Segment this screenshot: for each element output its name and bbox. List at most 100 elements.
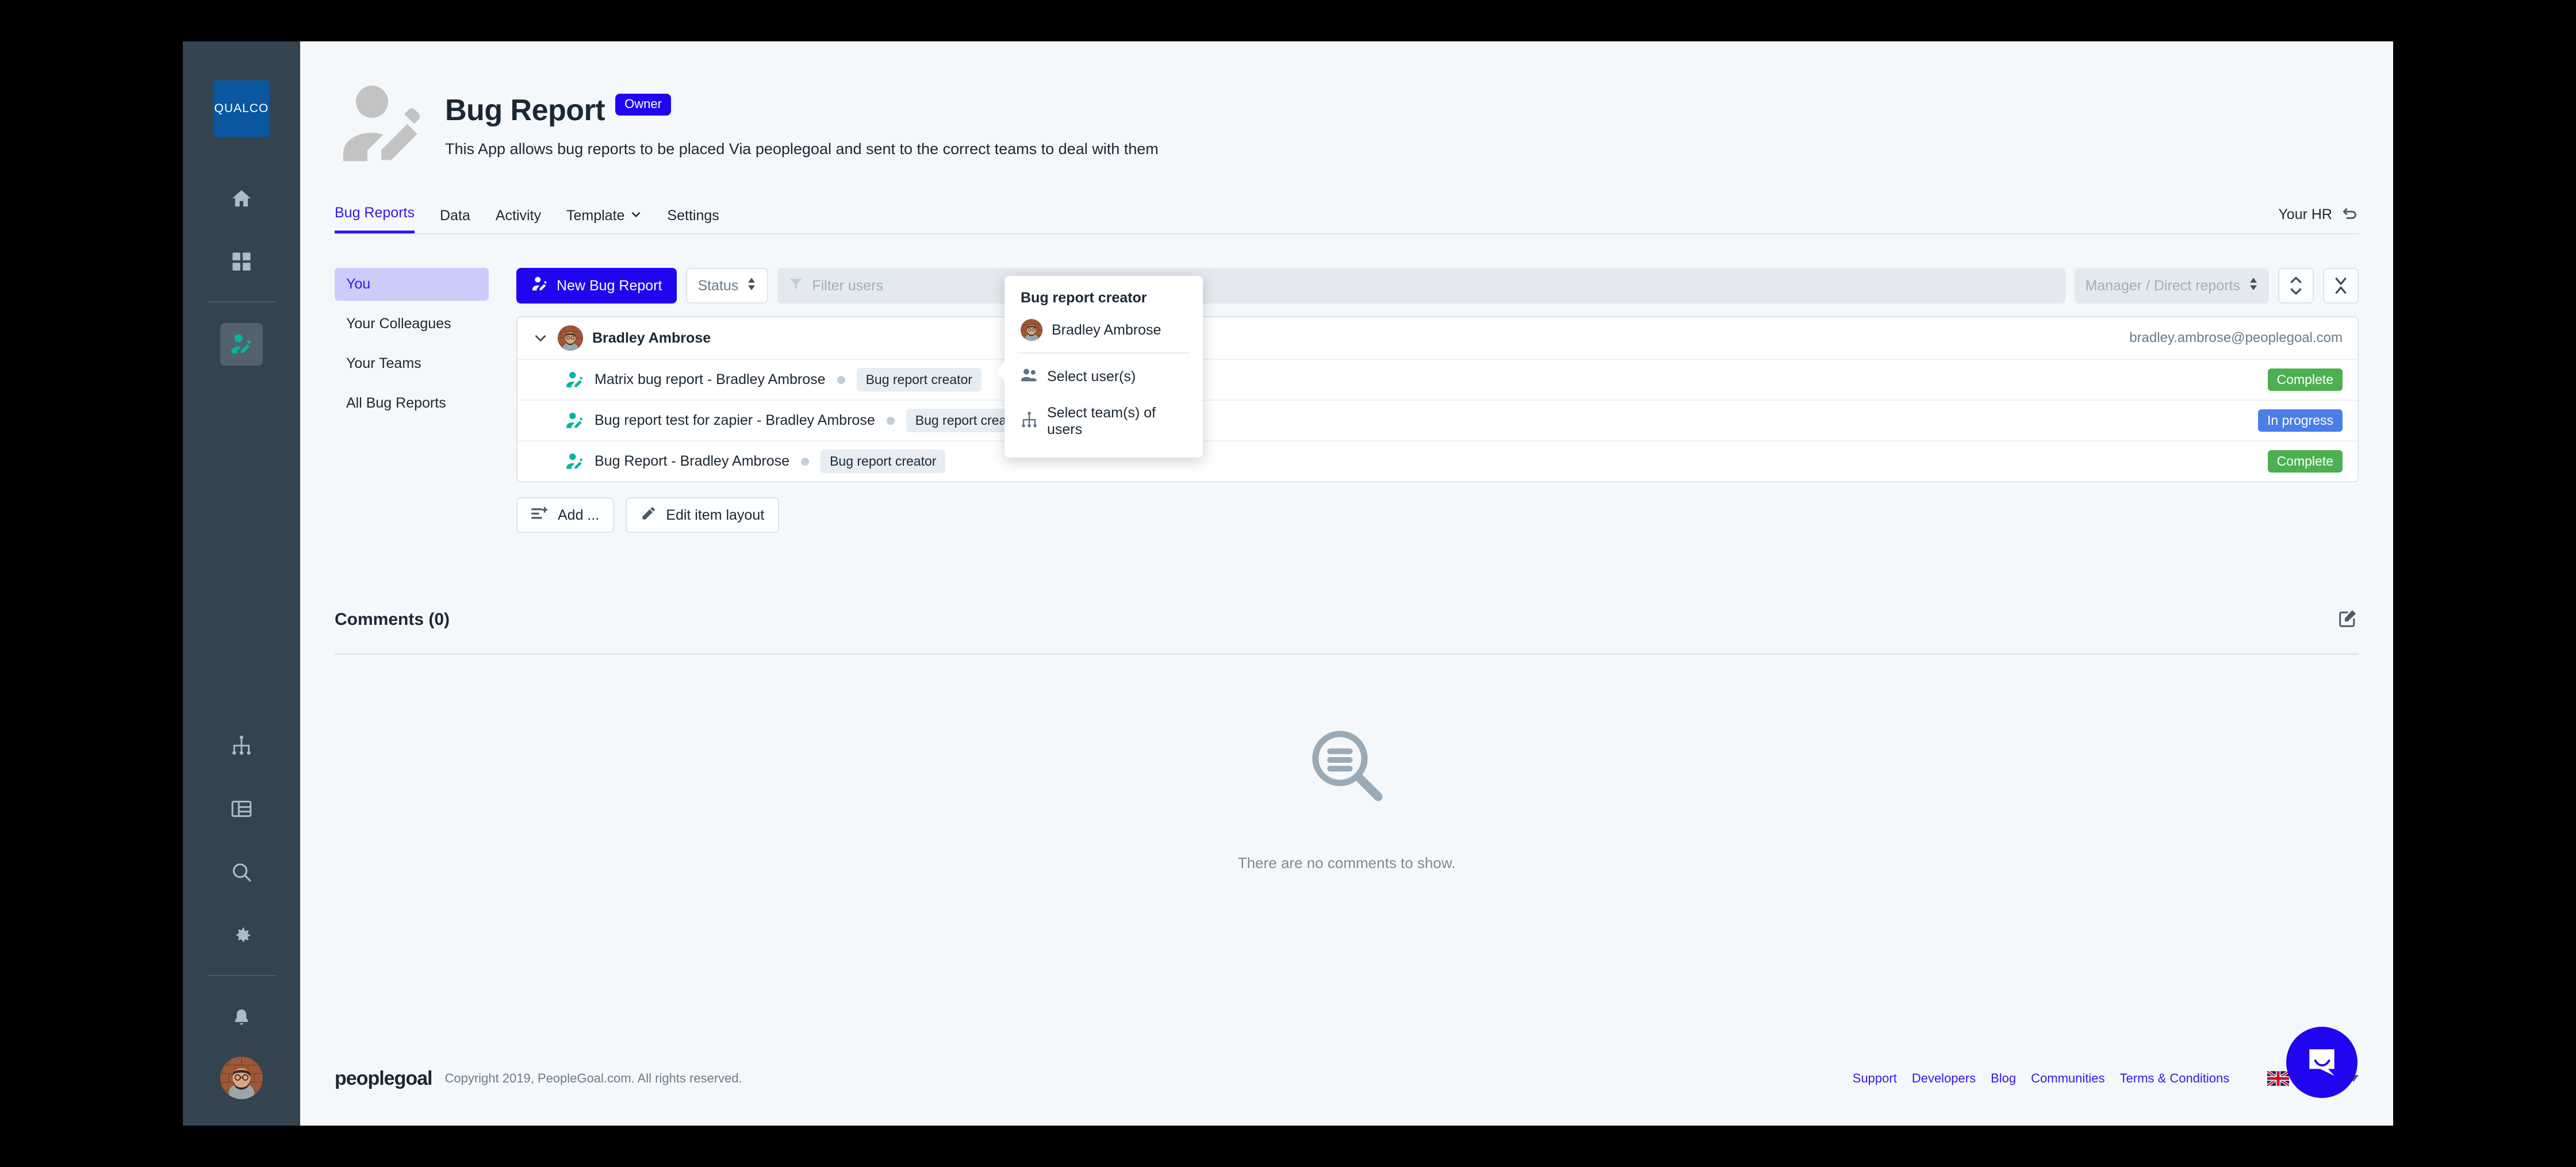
brand-logo-text: QUALCO [214,102,269,115]
comments-header: Comments (0) [335,608,2359,655]
sidebar-item-your-teams[interactable]: Your Teams [335,347,489,380]
title-row: Bug Report Owner [445,93,1159,128]
chat-bubble-icon [2309,1049,2334,1076]
page-header: Bug Report Owner This App allows bug rep… [300,41,2393,174]
expand-collapse-icon[interactable] [2278,268,2314,304]
bug-report-creator-popover: Bug report creator Bradley Ambrose Selec… [995,276,1203,458]
page-header-text: Bug Report Owner This App allows bug rep… [445,76,1159,158]
tab-bug-reports[interactable]: Bug Reports [335,205,415,233]
edit-item-layout-button[interactable]: Edit item layout [626,497,780,533]
status-filter-label: Status [697,277,739,294]
filter-users-input[interactable]: Filter users [777,268,2066,304]
bug-report-item-icon [564,368,586,391]
popover-user-item[interactable]: Bradley Ambrose [1005,306,1203,352]
tab-data[interactable]: Data [440,208,470,233]
select-users-label: Select user(s) [1047,368,1136,385]
left-nav-rail: QUALCO [183,41,300,1126]
brand-logo[interactable]: QUALCO [213,80,270,137]
footer-link-communities[interactable]: Communities [2031,1071,2104,1086]
list-toolbar: New Bug Report Status Filter users Manag… [516,268,2359,304]
new-bug-report-button[interactable]: New Bug Report [516,268,677,304]
comments-title: Comments (0) [335,609,450,629]
your-hr-label: Your HR [2278,206,2332,222]
popover-user-name: Bradley Ambrose [1052,321,1162,338]
footer-link-blog[interactable]: Blog [1991,1071,2016,1086]
comments-section: Comments (0) There are no comments to sh… [335,608,2359,872]
popover-title: Bug report creator [1021,290,1147,306]
rail-divider-bottom [207,975,276,976]
table-row-chip: Bug report creator [856,368,982,391]
page-description: This App allows bug reports to be placed… [445,140,1159,158]
sort-updown-icon [746,277,757,295]
separator-dot [801,457,810,466]
tab-activity-label: Activity [495,208,541,224]
scope-filter-list: You Your Colleagues Your Teams All Bug R… [335,268,489,427]
status-filter-select[interactable]: Status [686,268,769,304]
rail-divider-top [207,301,276,302]
tab-bug-reports-label: Bug Reports [335,205,415,221]
footer-link-developers[interactable]: Developers [1912,1071,1976,1086]
table-row-chip: Bug report creator [821,450,946,473]
home-icon[interactable] [220,177,263,220]
group-avatar [558,325,583,351]
search-icon[interactable] [220,851,263,893]
new-bug-report-label: New Bug Report [557,277,662,294]
chevron-down-icon [630,208,642,224]
edit-item-layout-label: Edit item layout [666,506,765,523]
avatar-image [220,1057,263,1099]
org-chart-icon[interactable] [220,724,263,767]
tab-data-label: Data [439,208,470,224]
bell-icon[interactable] [220,997,263,1039]
tab-settings-label: Settings [667,208,719,224]
team-tree-icon [1021,411,1038,432]
status-badge: In progress [2257,409,2343,432]
status-badge: Complete [2267,368,2343,391]
sidebar-item-you[interactable]: You [335,268,489,301]
app-icon [335,76,432,174]
table-row[interactable]: Matrix bug report - Bradley Ambrose Bug … [518,360,2358,401]
table-icon[interactable] [220,788,263,830]
sidebar-item-your-teams-label: Your Teams [346,355,421,371]
filter-funnel-icon [789,277,803,295]
copyright-text: Copyright 2019, PeopleGoal.com. All righ… [444,1071,742,1085]
sidebar-item-you-label: You [346,276,371,292]
tab-settings[interactable]: Settings [667,208,719,233]
bug-report-item-icon [564,450,586,473]
select-teams-label: Select team(s) of users [1047,405,1156,437]
footer: peoplegoal Copyright 2019, PeopleGoal.co… [300,1057,2393,1126]
collapse-all-icon[interactable] [2323,268,2359,304]
apps-grid-icon[interactable] [220,240,263,283]
your-hr-button[interactable]: Your HR [2278,204,2359,233]
sidebar-item-your-colleagues[interactable]: Your Colleagues [335,308,489,340]
tab-activity[interactable]: Activity [496,208,541,233]
main-content: Bug Report Owner This App allows bug rep… [300,41,2393,1126]
separator-dot [837,375,845,384]
owner-badge: Owner [615,94,671,116]
footer-links: Support Developers Blog Communities Term… [1853,1070,2359,1087]
comments-empty-state: There are no comments to show. [335,655,2359,872]
uk-flag-icon [2267,1071,2290,1086]
table-row[interactable]: Bug Report - Bradley Ambrose Bug report … [518,442,2358,481]
tab-template[interactable]: Template [566,208,642,233]
select-teams-menu-item[interactable]: Select team(s) of users [1005,396,1203,447]
table-row[interactable]: Bug report test for zapier - Bradley Amb… [518,401,2358,442]
avatar[interactable] [220,1057,263,1099]
separator-dot [886,416,895,425]
manager-direct-reports-select[interactable]: Manager / Direct reports [2075,268,2269,304]
sidebar-item-all-bug-reports[interactable]: All Bug Reports [335,387,489,420]
bug-report-app-icon[interactable] [220,323,263,366]
page-title: Bug Report [445,94,605,127]
results-panel: Bradley Ambrose bradley.ambrose@peoplego… [516,316,2359,482]
footer-link-terms-and-conditions[interactable]: Terms & Conditions [2120,1071,2230,1086]
status-badge: Complete [2267,450,2343,473]
filter-users-placeholder: Filter users [812,277,883,294]
add-button[interactable]: Add ... [516,497,615,533]
select-users-menu-item[interactable]: Select user(s) [1005,358,1203,396]
chevron-down-icon[interactable] [532,330,549,346]
tab-template-label: Template [566,208,625,224]
sidebar-item-your-colleagues-label: Your Colleagues [346,316,451,332]
edit-square-icon[interactable] [2338,608,2359,631]
gear-icon[interactable] [220,914,263,957]
footer-link-support[interactable]: Support [1853,1071,1897,1086]
chat-support-button[interactable] [2286,1027,2358,1098]
